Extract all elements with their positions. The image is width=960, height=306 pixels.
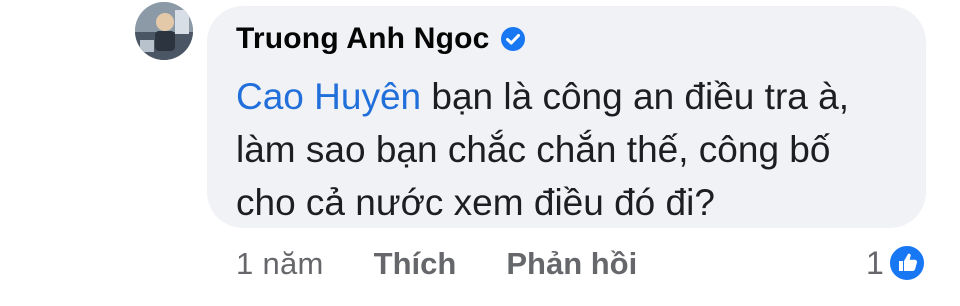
comment-text: Cao Huyên bạn là công an điều tra à, làm… [236,70,916,229]
avatar-image [135,2,193,60]
comment: Truong Anh Ngoc Cao Huyên bạn là công an… [0,0,960,306]
verified-badge-icon [500,27,525,51]
comment-line-2: làm sao bạn chắc chắn thế, công bố [236,129,831,170]
author-row: Truong Anh Ngoc [236,22,526,56]
like-button[interactable]: Thích [374,246,457,282]
reply-button[interactable]: Phản hồi [506,246,637,282]
comment-actions: 1 năm Thích Phản hồi [236,246,637,282]
timestamp[interactable]: 1 năm [236,246,324,282]
thumbs-up-icon [887,244,926,282]
comment-line-3: cho cả nước xem điều đó đi? [236,182,715,223]
avatar[interactable] [135,2,193,60]
reactions[interactable]: 1 [866,244,926,282]
comment-line-1-text: bạn là công an điều tra à, [421,76,849,117]
mention-link[interactable]: Cao Huyên [236,76,421,117]
reaction-count: 1 [866,244,884,281]
comment-line-1: Cao Huyên bạn là công an điều tra à, [236,70,916,123]
author-name[interactable]: Truong Anh Ngoc [236,22,490,56]
